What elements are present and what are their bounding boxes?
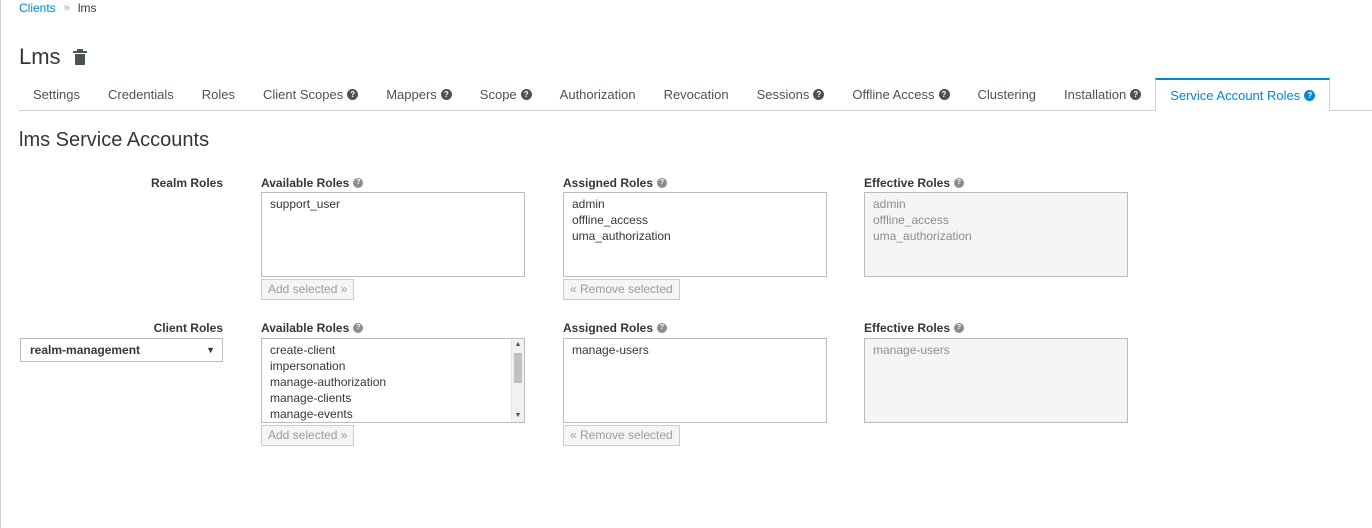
realm-assigned-roles-label-text: Assigned Roles	[563, 176, 654, 190]
client-select-value: realm-management	[30, 343, 141, 357]
page-left-border	[0, 0, 1, 528]
tab-label: Revocation	[663, 87, 729, 102]
help-icon[interactable]: ?	[954, 178, 965, 188]
tab-roles[interactable]: Roles	[188, 78, 249, 111]
tab-label: Client Scopes	[263, 87, 344, 102]
realm-available-roles-label-text: Available Roles	[261, 176, 350, 190]
realm-effective-roles-list: admin offline_access uma_authorization	[864, 192, 1128, 277]
realm-roles-label: Realm Roles	[150, 176, 223, 190]
tab-label: Service Account Roles	[1170, 88, 1301, 103]
realm-available-roles-label: Available Roles ?	[261, 176, 364, 190]
tab-settings[interactable]: Settings	[19, 78, 94, 111]
tab-label: Credentials	[107, 87, 174, 102]
tab-label: Sessions	[756, 87, 810, 102]
help-icon[interactable]: ?	[954, 323, 965, 333]
tab-client-scopes[interactable]: Client Scopes?	[249, 78, 372, 111]
tab-label: Roles	[201, 87, 235, 102]
help-icon: ?	[1304, 90, 1316, 101]
realm-assigned-roles-label: Assigned Roles ?	[563, 176, 668, 190]
tab-mappers[interactable]: Mappers?	[372, 78, 466, 111]
tab-service-account-roles[interactable]: Service Account Roles?	[1155, 78, 1331, 112]
list-item[interactable]: manage-users	[572, 342, 818, 358]
realm-add-selected-button[interactable]: Add selected »	[261, 279, 355, 300]
client-roles-label: Client Roles	[153, 321, 223, 335]
list-item[interactable]: uma_authorization	[572, 228, 818, 244]
client-effective-roles-list: manage-users	[864, 338, 1128, 423]
tab-offline-access[interactable]: Offline Access?	[838, 78, 963, 111]
list-item[interactable]: create-client	[270, 342, 516, 358]
client-available-roles-label: Available Roles ?	[261, 321, 364, 335]
tab-installation[interactable]: Installation?	[1050, 78, 1155, 111]
client-available-roles-list[interactable]: ▲ ▼ create-client impersonation manage-aut…	[261, 338, 525, 423]
page-title-text: Lms	[19, 44, 61, 69]
client-effective-roles-label-text: Effective Roles	[864, 321, 951, 335]
tab-label: Installation	[1064, 87, 1127, 102]
help-icon[interactable]: ?	[657, 323, 668, 333]
help-icon: ?	[520, 89, 532, 100]
help-icon: ?	[440, 89, 452, 100]
list-item[interactable]: manage-authorization	[270, 374, 516, 390]
list-item[interactable]: manage-events	[270, 406, 516, 422]
tab-clustering[interactable]: Clustering	[964, 78, 1051, 111]
list-item[interactable]: impersonation	[270, 358, 516, 374]
list-item[interactable]: manage-clients	[270, 390, 516, 406]
help-icon[interactable]: ?	[353, 178, 364, 188]
scroll-down-icon[interactable]: ▼	[512, 410, 524, 422]
client-assigned-roles-label: Assigned Roles ?	[563, 321, 668, 335]
client-available-roles-label-text: Available Roles	[261, 321, 350, 335]
realm-effective-roles-label: Effective Roles ?	[864, 176, 965, 190]
realm-available-roles-list[interactable]: support_user	[261, 192, 525, 277]
realm-assigned-roles-list[interactable]: admin offline_access uma_authorization	[563, 192, 827, 277]
tab-scope[interactable]: Scope?	[466, 78, 546, 111]
page-title: Lms	[19, 44, 87, 70]
scrollbar-thumb[interactable]	[514, 353, 522, 383]
tab-revocation[interactable]: Revocation	[650, 78, 743, 111]
scroll-up-icon[interactable]: ▲	[512, 339, 524, 351]
help-icon: ?	[1130, 89, 1142, 100]
section-title: lms Service Accounts	[19, 129, 210, 151]
tab-authorization[interactable]: Authorization	[546, 78, 650, 111]
tab-label: Offline Access	[852, 87, 935, 102]
tab-bar: Settings Credentials Roles Client Scopes? Ma…	[19, 78, 1372, 112]
list-item: offline_access	[873, 213, 949, 227]
client-remove-selected-button[interactable]: « Remove selected	[563, 425, 680, 446]
realm-remove-selected-button[interactable]: « Remove selected	[563, 279, 680, 300]
breadcrumb-clients-link[interactable]: Clients	[19, 1, 56, 15]
help-icon: ?	[347, 89, 359, 100]
list-item: uma_authorization	[873, 229, 972, 243]
breadcrumb-current: lms	[77, 1, 97, 15]
help-icon[interactable]: ?	[657, 178, 668, 188]
help-icon: ?	[813, 89, 825, 100]
tab-label: Authorization	[559, 87, 636, 102]
list-item[interactable]: admin	[572, 196, 818, 212]
client-assigned-roles-label-text: Assigned Roles	[563, 321, 654, 335]
client-effective-roles-label: Effective Roles ?	[864, 321, 965, 335]
list-item[interactable]: offline_access	[572, 212, 818, 228]
list-item[interactable]: support_user	[270, 196, 516, 212]
client-assigned-roles-list[interactable]: manage-users	[563, 338, 827, 423]
client-add-selected-button[interactable]: Add selected »	[261, 425, 355, 446]
trash-icon[interactable]	[72, 49, 87, 65]
tab-label: Settings	[33, 87, 80, 102]
tab-label: Mappers	[386, 87, 437, 102]
list-item: admin	[873, 197, 906, 211]
tab-credentials[interactable]: Credentials	[94, 78, 188, 111]
list-item: manage-users	[873, 343, 950, 357]
tab-label: Scope	[479, 87, 517, 102]
breadcrumb: Clients » lms	[19, 1, 96, 15]
tab-label: Clustering	[977, 87, 1037, 102]
breadcrumb-separator: »	[63, 2, 70, 14]
scrollbar[interactable]: ▲ ▼	[511, 339, 524, 422]
client-select[interactable]: realm-management ▼	[20, 338, 223, 362]
caret-down-icon: ▼	[206, 345, 215, 355]
help-icon[interactable]: ?	[353, 323, 364, 333]
tab-sessions[interactable]: Sessions?	[743, 78, 839, 111]
realm-effective-roles-label-text: Effective Roles	[864, 176, 951, 190]
help-icon: ?	[938, 89, 950, 100]
